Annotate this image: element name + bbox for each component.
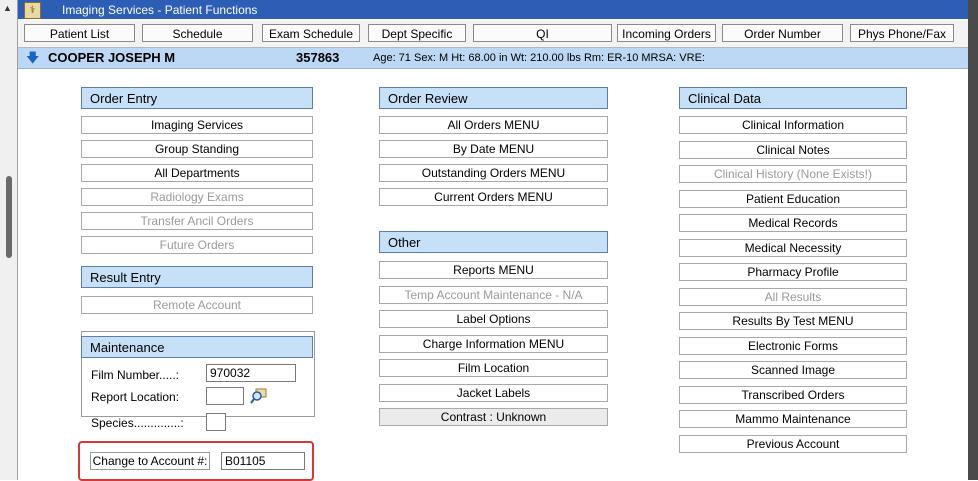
film-number-label: Film Number.....: [91, 368, 180, 382]
clinical-data-header: Clinical Data [679, 87, 907, 109]
right-edge-panel [968, 0, 978, 480]
change-account-panel: Change to Account #: [78, 441, 314, 481]
nav-patient-list[interactable]: Patient List [24, 24, 135, 42]
by-date-menu-button[interactable]: By Date MENU [379, 140, 608, 158]
film-number-input[interactable] [206, 364, 296, 382]
nav-qi[interactable]: QI [473, 24, 612, 42]
all-results-button: All Results [679, 287, 907, 306]
clinical-history-none-exists-button: Clinical History (None Exists!) [679, 165, 907, 183]
maintenance-header: Maintenance [81, 336, 313, 358]
scroll-up-arrow-icon[interactable]: ▲ [3, 4, 12, 13]
change-account-input[interactable] [221, 452, 305, 470]
remote-account-button: Remote Account [81, 296, 313, 314]
electronic-forms-button[interactable]: Electronic Forms [679, 336, 907, 355]
clinical-notes-button[interactable]: Clinical Notes [679, 140, 907, 159]
film-location-button[interactable]: Film Location [379, 359, 608, 377]
jacket-labels-button[interactable]: Jacket Labels [379, 383, 608, 402]
patient-education-button[interactable]: Patient Education [679, 189, 907, 208]
medical-records-button[interactable]: Medical Records [679, 214, 907, 232]
nav-incoming-orders[interactable]: Incoming Orders [617, 24, 716, 42]
window-title: Imaging Services - Patient Functions [62, 3, 258, 17]
patient-banner: 🡇 COOPER JOSEPH M 357863 Age: 71 Sex: M … [18, 48, 968, 69]
imaging-services-button[interactable]: Imaging Services [81, 116, 313, 134]
radiology-exams-button: Radiology Exams [81, 188, 313, 206]
patient-mrn: 357863 [296, 50, 340, 65]
future-orders-button: Future Orders [81, 236, 313, 254]
previous-account-button[interactable]: Previous Account [679, 434, 907, 453]
clinical-information-button[interactable]: Clinical Information [679, 116, 907, 134]
patient-name: COOPER JOSEPH M [48, 50, 176, 65]
result-entry-header: Result Entry [81, 266, 313, 288]
label-options-button[interactable]: Label Options [379, 310, 608, 328]
contrast-unknown-button[interactable]: Contrast : Unknown [379, 408, 608, 426]
report-location-label: Report Location: [91, 390, 180, 404]
charge-information-menu-button[interactable]: Charge Information MENU [379, 334, 608, 353]
nav-schedule[interactable]: Schedule [142, 24, 253, 42]
transfer-ancil-orders-button: Transfer Ancil Orders [81, 212, 313, 230]
scanned-image-button[interactable]: Scanned Image [679, 361, 907, 379]
species-label: Species..............: [91, 416, 184, 430]
medical-necessity-button[interactable]: Medical Necessity [679, 238, 907, 257]
temp-account-maintenance-n-a-button: Temp Account Maintenance - N/A [379, 285, 608, 304]
other-header: Other [379, 231, 608, 253]
nav-order-number[interactable]: Order Number [722, 24, 843, 42]
scrollbar-thumb[interactable] [6, 176, 12, 258]
imaging-app-icon: ⚕ [24, 2, 41, 19]
order-entry-header: Order Entry [81, 87, 313, 109]
current-orders-menu-button[interactable]: Current Orders MENU [379, 188, 608, 206]
nav-exam-schedule[interactable]: Exam Schedule [262, 24, 360, 42]
pharmacy-profile-button[interactable]: Pharmacy Profile [679, 263, 907, 281]
app-window: ⚕ Imaging Services - Patient Functions P… [18, 0, 968, 481]
title-bar: ⚕ Imaging Services - Patient Functions [18, 0, 968, 19]
arrow-down-icon[interactable]: 🡇 [26, 49, 39, 71]
report-location-input[interactable] [206, 387, 244, 405]
outstanding-orders-menu-button[interactable]: Outstanding Orders MENU [379, 164, 608, 182]
reports-menu-button[interactable]: Reports MENU [379, 261, 608, 279]
main-content: Order Entry Imaging Services Group Standi… [18, 69, 968, 481]
order-review-header: Order Review [379, 87, 608, 109]
results-by-test-menu-button[interactable]: Results By Test MENU [679, 312, 907, 330]
transcribed-orders-button[interactable]: Transcribed Orders [679, 385, 907, 404]
patient-demographics: Age: 71 Sex: M Ht: 68.00 in Wt: 210.00 l… [373, 52, 705, 64]
all-departments-button[interactable]: All Departments [81, 164, 313, 182]
change-account-label: Change to Account #: [90, 452, 210, 470]
species-input[interactable] [206, 413, 226, 431]
all-orders-menu-button[interactable]: All Orders MENU [379, 116, 608, 134]
lookup-search-icon[interactable] [250, 387, 268, 405]
mammo-maintenance-button[interactable]: Mammo Maintenance [679, 410, 907, 428]
nav-bar: Patient List Schedule Exam Schedule Dept… [18, 20, 968, 48]
nav-dept-specific[interactable]: Dept Specific [368, 24, 466, 42]
nav-phys-phone-fax[interactable]: Phys Phone/Fax [850, 24, 954, 42]
group-standing-button[interactable]: Group Standing [81, 140, 313, 158]
vertical-scrollbar[interactable]: ▲ [0, 0, 18, 480]
